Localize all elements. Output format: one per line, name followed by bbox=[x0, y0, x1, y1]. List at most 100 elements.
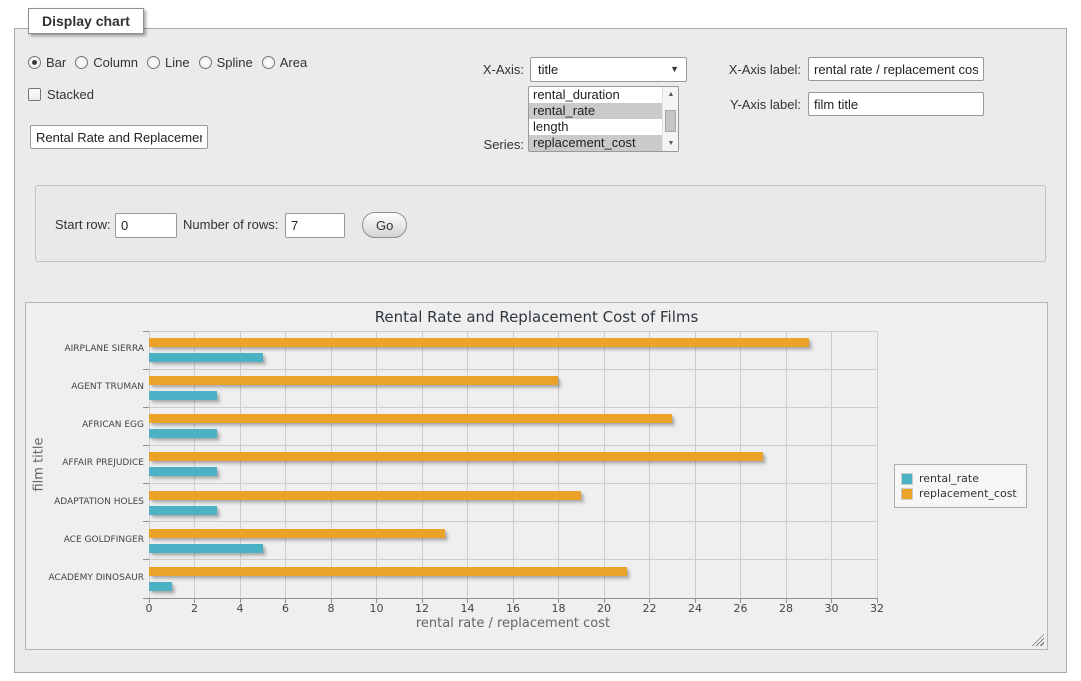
x-tick-label: 22 bbox=[630, 602, 670, 615]
radio-bar-icon bbox=[28, 56, 41, 69]
replacement_cost-swatch bbox=[901, 488, 913, 500]
y-axis-tick bbox=[143, 407, 149, 408]
start-row-label: Start row: bbox=[55, 217, 111, 233]
x-axis-label-input[interactable] bbox=[808, 57, 984, 81]
series-option-length[interactable]: length bbox=[529, 119, 662, 135]
legend-label: replacement_cost bbox=[919, 487, 1017, 500]
replacement_cost-bar[interactable] bbox=[149, 452, 763, 461]
gridline-vertical bbox=[786, 331, 787, 598]
radio-column-icon bbox=[75, 56, 88, 69]
radio-line-icon bbox=[147, 56, 160, 69]
gridline-vertical bbox=[513, 331, 514, 598]
rental_rate-bar[interactable] bbox=[149, 391, 217, 400]
category-label: AFRICAN EGG bbox=[30, 420, 144, 430]
x-axis-line bbox=[143, 598, 877, 599]
chart-title: Rental Rate and Replacement Cost of Film… bbox=[26, 308, 1047, 326]
category-label: AGENT TRUMAN bbox=[30, 382, 144, 392]
x-tick-label: 10 bbox=[357, 602, 397, 615]
gridline-vertical bbox=[149, 331, 150, 598]
radio-option-spline[interactable]: Spline bbox=[199, 55, 253, 70]
panel-legend: Display chart bbox=[28, 8, 144, 34]
radio-option-line[interactable]: Line bbox=[147, 55, 190, 70]
chart-title-input[interactable] bbox=[30, 125, 208, 149]
rental_rate-swatch bbox=[901, 473, 913, 485]
y-axis-tick bbox=[143, 331, 149, 332]
radio-option-column[interactable]: Column bbox=[75, 55, 138, 70]
gridline-vertical bbox=[422, 331, 423, 598]
replacement_cost-bar[interactable] bbox=[149, 491, 581, 500]
replacement_cost-bar[interactable] bbox=[149, 414, 672, 423]
number-of-rows-input[interactable] bbox=[285, 213, 345, 238]
rental_rate-bar[interactable] bbox=[149, 544, 263, 553]
x-tick-label: 24 bbox=[675, 602, 715, 615]
resize-grip-icon[interactable] bbox=[1032, 634, 1044, 646]
legend-item: rental_rate bbox=[901, 472, 1017, 485]
replacement_cost-bar[interactable] bbox=[149, 529, 445, 538]
gridline-vertical bbox=[331, 331, 332, 598]
stacked-checkbox-row[interactable]: Stacked bbox=[28, 87, 94, 102]
replacement_cost-bar[interactable] bbox=[149, 338, 809, 347]
x-axis-title: rental rate / replacement cost bbox=[149, 616, 877, 631]
gridline-vertical bbox=[285, 331, 286, 598]
gridline-horizontal bbox=[149, 559, 877, 560]
y-axis-tick bbox=[143, 445, 149, 446]
gridline-vertical bbox=[740, 331, 741, 598]
x-tick-label: 0 bbox=[129, 602, 169, 615]
gridline-vertical bbox=[558, 331, 559, 598]
x-tick-label: 12 bbox=[402, 602, 442, 615]
stacked-checkbox[interactable] bbox=[28, 88, 41, 101]
rental_rate-bar[interactable] bbox=[149, 467, 217, 476]
rental_rate-bar[interactable] bbox=[149, 353, 263, 362]
gridline-horizontal bbox=[149, 445, 877, 446]
x-tick-label: 30 bbox=[812, 602, 852, 615]
radio-area-icon bbox=[262, 56, 275, 69]
start-row-input[interactable] bbox=[115, 213, 177, 238]
series-listbox[interactable]: rental_durationrental_ratelengthreplacem… bbox=[528, 86, 679, 152]
gridline-vertical bbox=[877, 331, 878, 598]
radio-label: Area bbox=[280, 55, 307, 70]
rental_rate-bar[interactable] bbox=[149, 506, 217, 515]
radio-label: Bar bbox=[46, 55, 66, 70]
x-axis-select-label: X-Axis: bbox=[400, 62, 524, 78]
scrollbar-thumb[interactable] bbox=[665, 110, 676, 132]
gridline-vertical bbox=[695, 331, 696, 598]
x-tick-label: 6 bbox=[266, 602, 306, 615]
replacement_cost-bar[interactable] bbox=[149, 376, 558, 385]
x-tick-label: 2 bbox=[175, 602, 215, 615]
scroll-down-icon[interactable]: ▼ bbox=[663, 137, 679, 150]
rental_rate-bar[interactable] bbox=[149, 429, 217, 438]
radio-label: Spline bbox=[217, 55, 253, 70]
category-label: ADAPTATION HOLES bbox=[30, 497, 144, 507]
gridline-horizontal bbox=[149, 331, 877, 332]
y-axis-label-input[interactable] bbox=[808, 92, 984, 116]
rows-panel: Start row: Number of rows: Go bbox=[35, 185, 1046, 262]
display-chart-panel: Display chart BarColumnLineSplineArea St… bbox=[14, 28, 1067, 673]
number-of-rows-label: Number of rows: bbox=[183, 217, 278, 233]
y-axis-tick bbox=[143, 559, 149, 560]
radio-option-bar[interactable]: Bar bbox=[28, 55, 66, 70]
gridline-horizontal bbox=[149, 521, 877, 522]
chart-container: Rental Rate and Replacement Cost of Film… bbox=[25, 302, 1048, 650]
x-axis-label-label: X-Axis label: bbox=[635, 62, 801, 78]
radio-option-area[interactable]: Area bbox=[262, 55, 307, 70]
x-tick-label: 28 bbox=[766, 602, 806, 615]
gridline-vertical bbox=[240, 331, 241, 598]
chart-legend: rental_rate replacement_cost bbox=[894, 464, 1027, 508]
rental_rate-bar[interactable] bbox=[149, 582, 172, 591]
x-tick-label: 4 bbox=[220, 602, 260, 615]
replacement_cost-bar[interactable] bbox=[149, 567, 627, 576]
y-axis-label-label: Y-Axis label: bbox=[635, 97, 801, 113]
y-axis-tick bbox=[143, 369, 149, 370]
x-axis-selected-value: title bbox=[538, 62, 558, 77]
go-button[interactable]: Go bbox=[362, 212, 407, 238]
gridline-horizontal bbox=[149, 483, 877, 484]
x-tick-label: 16 bbox=[493, 602, 533, 615]
category-label: ACADEMY DINOSAUR bbox=[30, 573, 144, 583]
gridline-vertical bbox=[649, 331, 650, 598]
gridline-vertical bbox=[376, 331, 377, 598]
series-select-label: Series: bbox=[400, 137, 524, 153]
chart-type-radio-group: Bar Column Line Spline Area bbox=[28, 55, 316, 70]
x-tick-label: 20 bbox=[584, 602, 624, 615]
series-option-replacement-cost[interactable]: replacement_cost bbox=[529, 135, 662, 151]
radio-label: Line bbox=[165, 55, 190, 70]
